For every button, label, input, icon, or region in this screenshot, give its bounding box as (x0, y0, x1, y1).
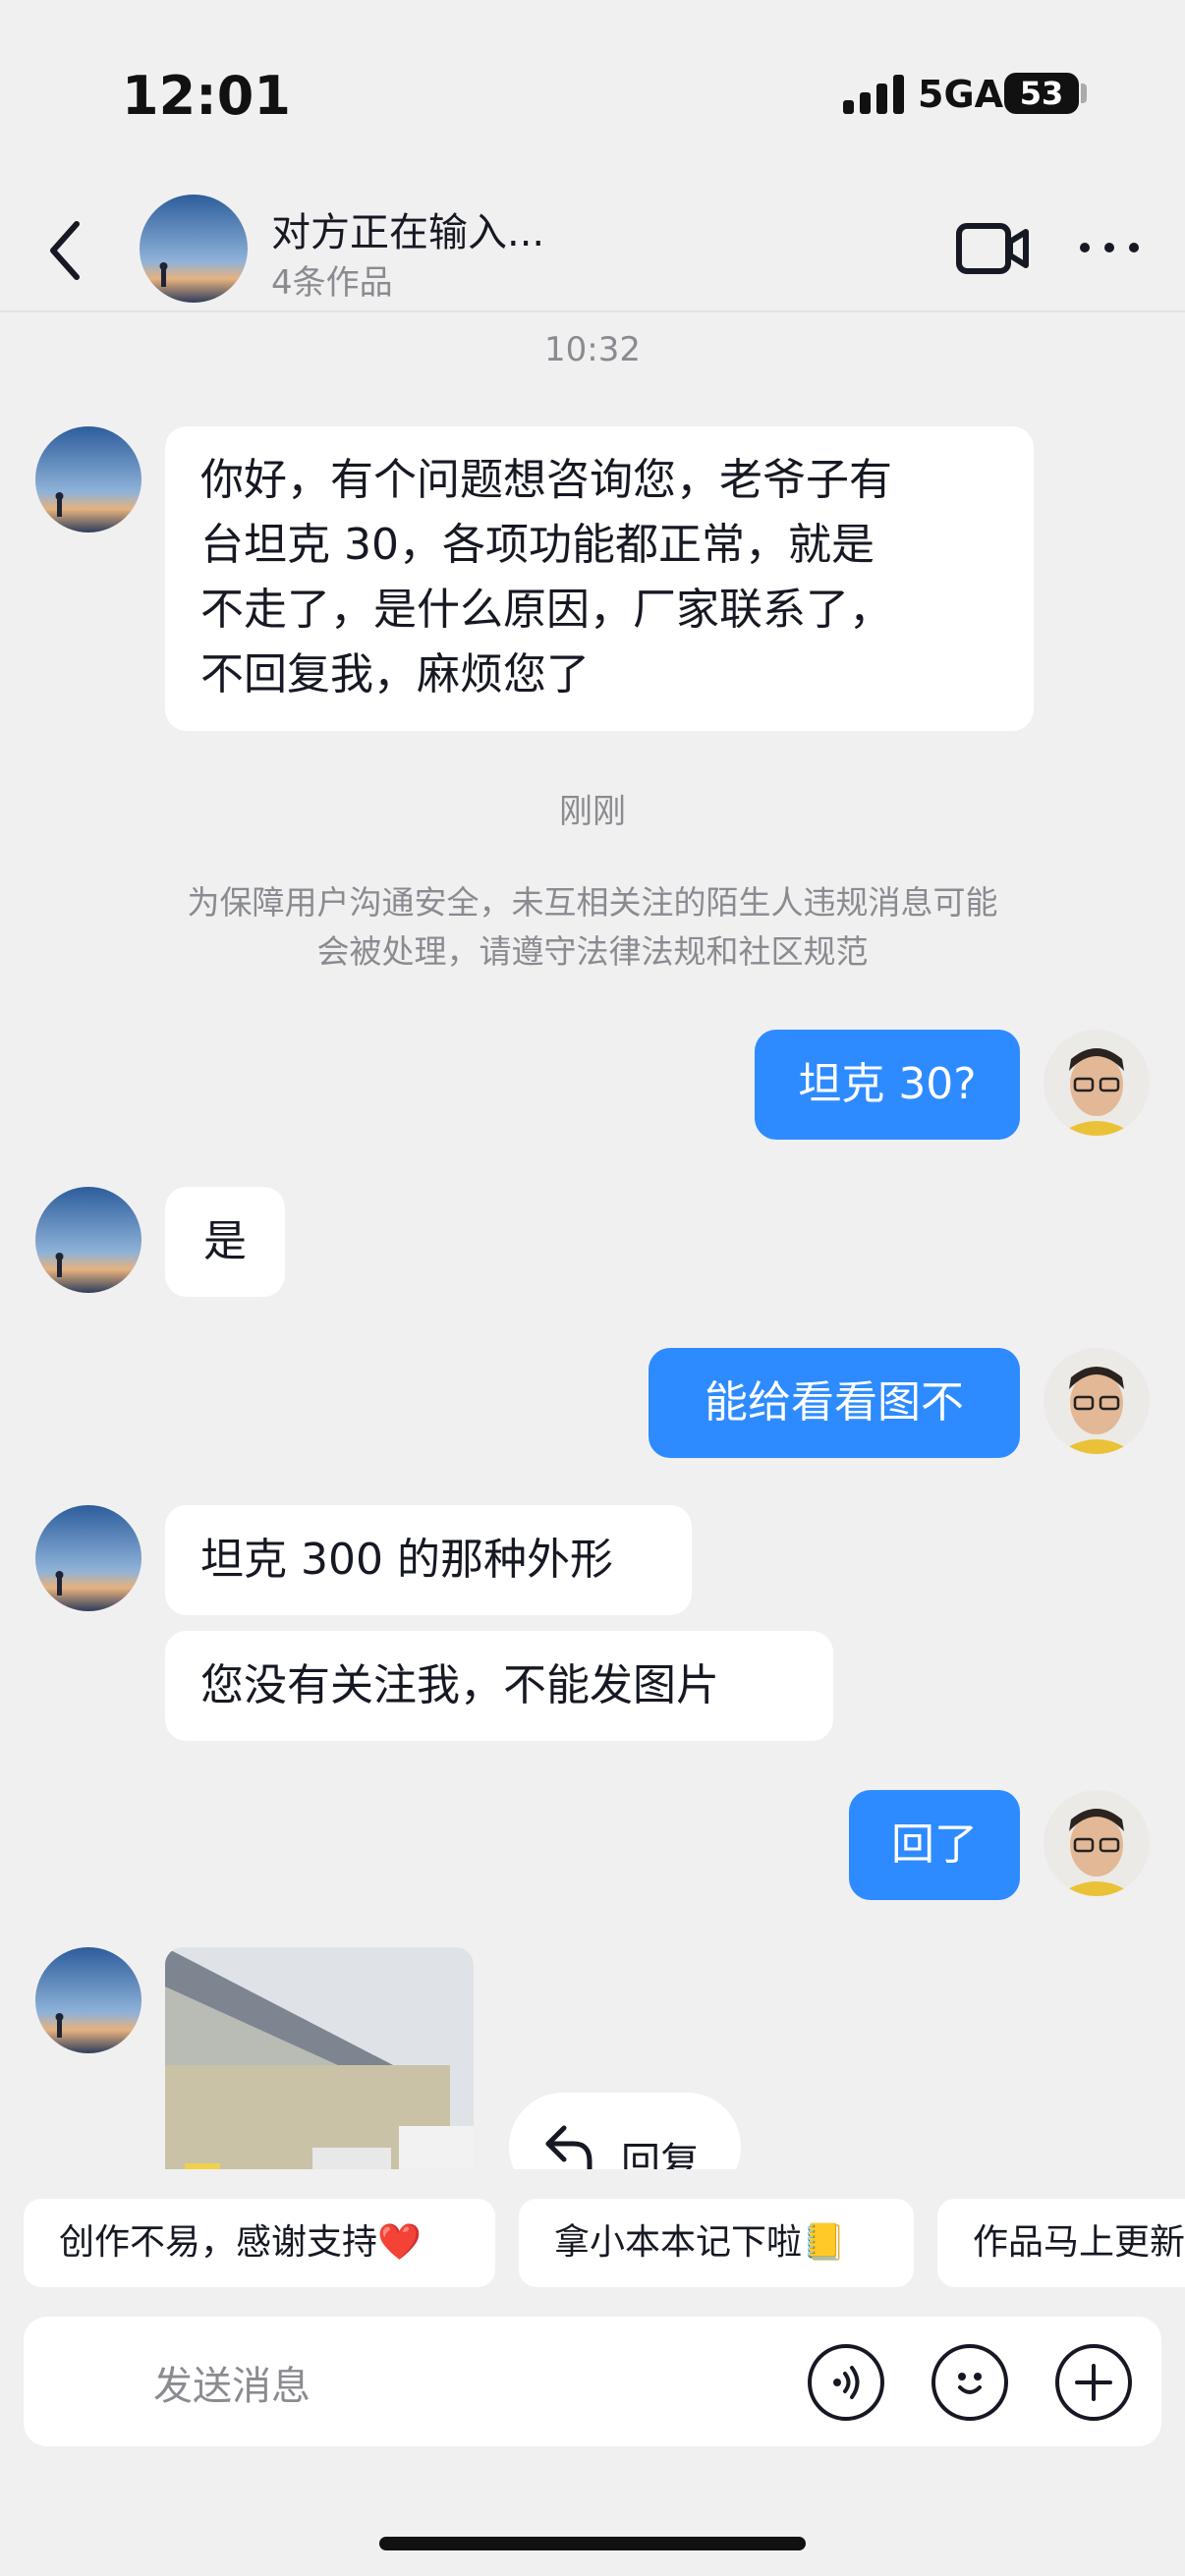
quick-reply-chip[interactable]: 作品马上更新 (937, 2199, 1185, 2287)
network-label: 5GA (918, 73, 1004, 116)
message-line: 不回复我，麻烦您了 (200, 649, 590, 700)
image-message[interactable] (165, 1947, 474, 2169)
message-line: 不走了，是什么原因，厂家联系了， (200, 585, 892, 635)
battery-cap (1081, 84, 1087, 103)
reply-arrow-icon (545, 2125, 592, 2169)
my-avatar[interactable] (1044, 1790, 1150, 1896)
status-time: 12:01 (122, 65, 291, 127)
message-line: 台坦克 30，各项功能都正常，就是 (200, 520, 875, 570)
add-icon[interactable] (1055, 2344, 1132, 2421)
contact-avatar[interactable] (35, 1947, 141, 2053)
reply-button[interactable]: 回复 (509, 2093, 741, 2169)
chat-area[interactable]: 10:32 你好，有个问题想咨询您，老爷子有 台坦克 30，各项功能都正常，就是… (0, 314, 1185, 2169)
contact-works-count[interactable]: 4条作品 (271, 255, 393, 304)
contact-avatar[interactable] (35, 426, 141, 532)
reply-label: 回复 (621, 2140, 700, 2169)
more-icon[interactable] (1075, 226, 1144, 269)
video-call-icon[interactable] (955, 216, 1030, 281)
message-bubble-incoming[interactable]: 你好，有个问题想咨询您，老爷子有 台坦克 30，各项功能都正常，就是 不走了，是… (165, 426, 1034, 731)
message-input[interactable]: 发送消息 (153, 2354, 310, 2411)
message-bubble-incoming[interactable]: 坦克 300 的那种外形 (165, 1505, 692, 1615)
message-text: 你好，有个问题想咨询您，老爷子有 台坦克 30，各项功能都正常，就是 不走了，是… (200, 448, 892, 707)
timestamp: 10:32 (544, 330, 641, 369)
quick-reply-chip[interactable]: 拿小本本记下啦📒 (519, 2199, 914, 2287)
message-bubble-outgoing[interactable]: 能给看看图不 (649, 1348, 1020, 1458)
battery-icon: 53 (1004, 73, 1079, 114)
message-bubble-outgoing[interactable]: 坦克 30? (755, 1030, 1020, 1140)
battery-level: 53 (1019, 75, 1064, 112)
back-arrow-icon[interactable] (39, 216, 98, 285)
status-bar: 12:01 5GA 53 (0, 0, 1185, 187)
safety-notice: 为保障用户沟通安全，未互相关注的陌生人违规消息可能 会被处理，请遵守法律法规和社… (0, 878, 1185, 977)
message-bubble-outgoing[interactable]: 回了 (849, 1790, 1020, 1900)
my-avatar[interactable] (1044, 1348, 1150, 1454)
message-bubble-incoming[interactable]: 是 (165, 1187, 285, 1297)
my-avatar[interactable] (1044, 1030, 1150, 1136)
voice-icon[interactable] (808, 2344, 884, 2421)
quick-reply-chip[interactable]: 创作不易，感谢支持❤️ (24, 2199, 495, 2287)
notice-line: 为保障用户沟通安全，未互相关注的陌生人违规消息可能 (187, 883, 998, 922)
contact-name: 对方正在输入... (271, 210, 545, 255)
chat-header: 对方正在输入... 4条作品 (0, 187, 1185, 312)
home-indicator (379, 2537, 806, 2550)
emoji-icon[interactable] (931, 2344, 1008, 2421)
notice-line: 会被处理，请遵守法律法规和社区规范 (316, 932, 869, 971)
message-bubble-incoming[interactable]: 您没有关注我，不能发图片 (165, 1631, 833, 1741)
contact-avatar[interactable] (140, 195, 248, 303)
contact-avatar[interactable] (35, 1505, 141, 1611)
message-line: 你好，有个问题想咨询您，老爷子有 (200, 455, 892, 505)
signal-icon (843, 75, 904, 114)
message-input-bar[interactable]: 发送消息 (24, 2317, 1161, 2446)
timestamp: 刚刚 (559, 792, 626, 831)
contact-avatar[interactable] (35, 1187, 141, 1293)
